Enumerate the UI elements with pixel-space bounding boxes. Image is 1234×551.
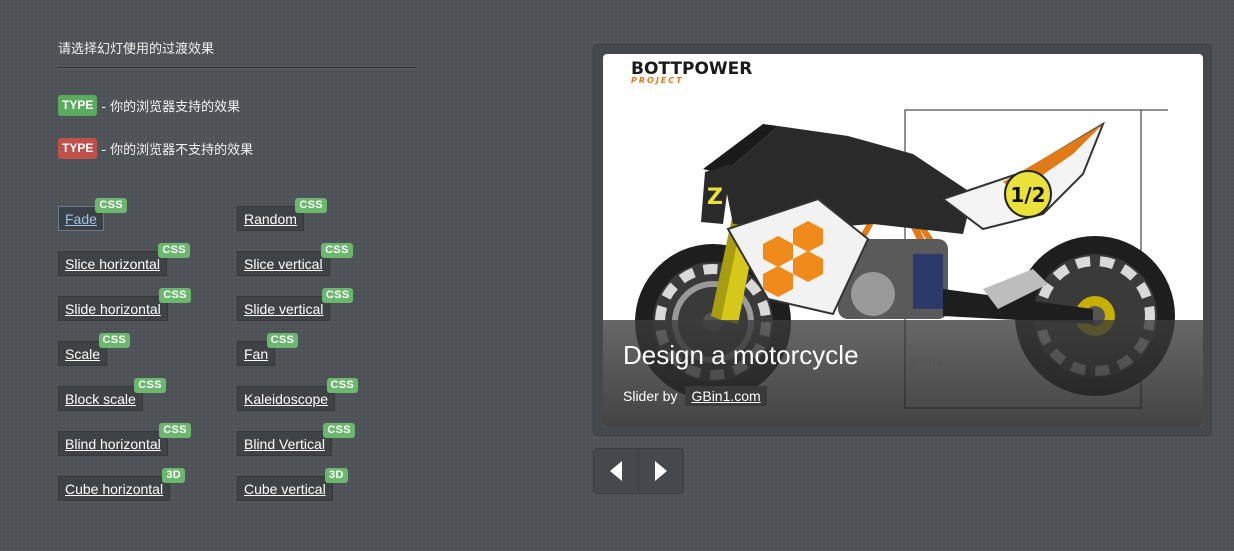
effect-fade-button[interactable]: Fade CSS	[58, 198, 127, 231]
effect-scale-button[interactable]: Scale CSS	[58, 333, 131, 366]
caption-by-text: Slider by	[623, 388, 678, 404]
effect-kaleidoscope-button[interactable]: Kaleidoscope CSS	[237, 378, 359, 411]
effect-label: Fan	[244, 346, 269, 362]
effect-cube-horizontal-button[interactable]: Cube horizontal 3D	[58, 468, 186, 501]
caption-link[interactable]: GBin1.com	[685, 386, 767, 406]
effect-label: Cube horizontal	[65, 481, 164, 497]
css-badge: CSS	[159, 423, 191, 438]
effect-random-button[interactable]: Random CSS	[237, 198, 327, 231]
css-badge: CSS	[95, 198, 127, 213]
effect-slice-vertical-button[interactable]: Slice vertical CSS	[237, 243, 353, 276]
css-badge: CSS	[321, 243, 353, 258]
slider: 1/2 Z BOTTPOWER PROJECT anima Design a m…	[593, 44, 1212, 436]
css-badge: CSS	[295, 198, 327, 213]
slide-image[interactable]: 1/2 Z BOTTPOWER PROJECT anima Design a m…	[603, 54, 1203, 427]
svg-text:Z: Z	[707, 185, 723, 210]
css-badge: CSS	[98, 333, 131, 348]
css-badge: CSS	[321, 288, 354, 303]
effect-label: Block scale	[65, 391, 136, 407]
effect-block-scale-button[interactable]: Block scale CSS	[58, 378, 166, 411]
slider-nav	[593, 448, 684, 494]
chevron-right-icon	[655, 461, 667, 481]
effect-label: Blind Vertical	[244, 436, 325, 452]
css-badge: CSS	[134, 378, 166, 393]
css-badge: CSS	[323, 423, 355, 438]
effect-slice-horizontal-button[interactable]: Slice horizontal CSS	[58, 243, 190, 276]
slide-caption: Design a motorcycle Slider by GBin1.com	[603, 320, 1203, 427]
effects-list: Fade CSS Random CSS Slice horizontal CSS…	[58, 198, 418, 510]
effect-label: Random	[244, 211, 297, 227]
effect-slide-horizontal-button[interactable]: Slide horizontal CSS	[58, 288, 191, 321]
effect-label: Slide horizontal	[65, 301, 161, 317]
effect-fan-button[interactable]: Fan CSS	[237, 333, 299, 366]
legend-unsupported-text: - 你的浏览器不支持的效果	[101, 143, 254, 158]
panel-heading: 请选择幻灯使用的过渡效果	[58, 38, 416, 68]
tag-unsupported: TYPE	[58, 138, 98, 159]
caption-title: Design a motorcycle	[623, 340, 859, 370]
css-badge: CSS	[326, 378, 359, 393]
effect-cube-vertical-button[interactable]: Cube vertical 3D	[237, 468, 348, 501]
caption-credit: Slider by GBin1.com	[623, 386, 767, 406]
brand-sub: PROJECT	[631, 76, 684, 85]
effect-blind-horizontal-button[interactable]: Blind horizontal CSS	[58, 423, 191, 456]
effect-label: Slice horizontal	[65, 256, 160, 272]
css-badge: CSS	[159, 288, 191, 303]
chevron-left-icon	[610, 461, 622, 481]
effect-slide-vertical-button[interactable]: Slide vertical CSS	[237, 288, 354, 321]
number-plate-text: 1/2	[1010, 183, 1045, 207]
legend-supported-text: - 你的浏览器支持的效果	[101, 100, 241, 115]
effect-label: Slide vertical	[244, 301, 324, 317]
prev-button[interactable]	[594, 449, 638, 493]
effect-label: Fade	[65, 211, 97, 227]
next-button[interactable]	[638, 449, 683, 493]
effect-blind-vertical-button[interactable]: Blind Vertical CSS	[237, 423, 355, 456]
effect-label: Cube vertical	[244, 481, 326, 497]
legend-unsupported: TYPE - 你的浏览器不支持的效果	[58, 138, 253, 159]
effect-label: Kaleidoscope	[244, 391, 329, 407]
3d-badge: 3D	[325, 468, 348, 483]
effect-label: Slice vertical	[244, 256, 323, 272]
effect-label: Scale	[65, 346, 101, 362]
3d-badge: 3D	[162, 468, 186, 483]
css-badge: CSS	[158, 243, 190, 258]
legend-supported: TYPE - 你的浏览器支持的效果	[58, 95, 240, 116]
effect-label: Blind horizontal	[65, 436, 161, 452]
effects-panel: 请选择幻灯使用的过渡效果 TYPE - 你的浏览器支持的效果 TYPE - 你的…	[58, 38, 416, 159]
tag-supported: TYPE	[58, 95, 98, 116]
css-badge: CSS	[266, 333, 299, 348]
